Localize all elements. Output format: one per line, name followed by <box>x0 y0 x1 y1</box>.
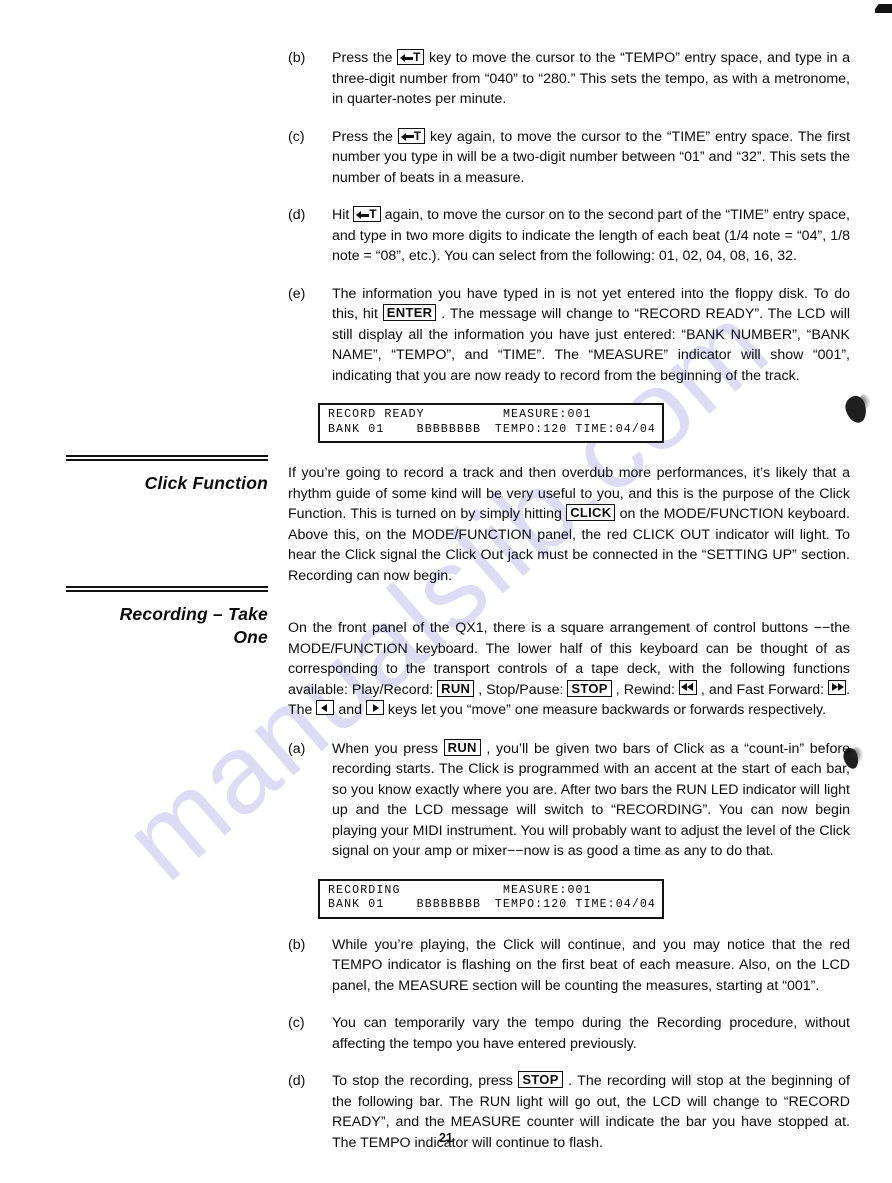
list-item-body: When you press RUN , you’ll be given two… <box>332 738 850 859</box>
list-item: (a) When you press RUN , you’ll be given … <box>288 738 850 862</box>
right-triangle-icon <box>838 683 845 691</box>
list-item-body: While you’re playing, the Click will con… <box>332 936 850 994</box>
key-stop: STOP <box>567 679 612 697</box>
key-stop: STOP <box>518 1071 563 1088</box>
left-arrow-icon <box>400 132 414 141</box>
key-run: RUN <box>437 679 475 697</box>
list-item-label: (d) <box>288 1073 306 1089</box>
numbered-list-recording-bcd: (b) While you’re playing, the Click will … <box>288 935 850 1154</box>
heading-text: Recording – Take One <box>66 603 268 649</box>
paragraph-click-function: If you’re going to record a track and th… <box>288 465 850 584</box>
right-triangle-icon <box>372 703 379 712</box>
list-item-body: You can temporarily vary the tempo durin… <box>332 1015 850 1052</box>
list-item-body: Hit T again, to move the cursor on to th… <box>332 206 850 264</box>
lcd-status: RECORDING <box>328 883 401 897</box>
list-item: (c) You can temporarily vary the tempo du… <box>288 1013 850 1054</box>
key-cursor-arrow-t-icon: T <box>397 49 425 65</box>
list-item-label: (e) <box>288 285 306 302</box>
key-enter: ENTER <box>382 304 437 321</box>
list-item-label: (b) <box>288 936 306 953</box>
list-item: (d) Hit T again, to move the cursor on to… <box>288 205 850 267</box>
key-cursor-arrow-t-icon: T <box>397 127 426 144</box>
lcd-line-2: BANK 01 BBBBBBBB TEMPO:120 TIME:04/04 <box>328 898 656 913</box>
list-item: (b) Press the T key to move the cursor to… <box>288 48 850 110</box>
list-item-label: (d) <box>288 207 306 223</box>
key-letter: T <box>413 50 421 64</box>
main-text-column: (b) Press the T key to move the cursor to… <box>288 48 850 1170</box>
lcd-record-ready: RECORD READY MEASURE:001 BANK 01 BBBBBBB… <box>318 403 664 443</box>
key-fast-forward-icon <box>828 679 847 695</box>
list-item-body: Press the T key again, to move the curso… <box>332 127 851 186</box>
list-item-label: (b) <box>288 50 306 66</box>
lcd-line-1: RECORDING MEASURE:001 <box>328 884 656 899</box>
numbered-list-recording-a: (a) When you press RUN , you’ll be given … <box>288 738 850 862</box>
list-item: (e) The information you have typed in is … <box>288 284 850 387</box>
heading-line-2: One <box>233 627 268 647</box>
lcd-bank: BANK 01 BBBBBBBB <box>328 898 482 911</box>
list-item-label: (c) <box>288 1015 305 1031</box>
list-item-body: The information you have typed in is not… <box>332 285 850 384</box>
key-cursor-arrow-t-icon: T <box>353 206 381 222</box>
key-letter: T <box>413 128 422 143</box>
list-item-body: Press the T key to move the cursor to th… <box>332 49 850 107</box>
lcd-tempo-time: TEMPO:120 TIME:04/04 <box>494 898 656 911</box>
list-item: (b) While you’re playing, the Click will … <box>288 935 850 997</box>
sidebar-heading-recording-take-one: Recording – Take One <box>66 586 268 649</box>
lcd-bank: BANK 01 BBBBBBBB <box>328 422 482 436</box>
left-triangle-icon <box>686 683 693 691</box>
lcd-measure: MEASURE:001 <box>503 408 592 421</box>
key-measure-forward-icon <box>365 700 384 715</box>
heading-rule <box>66 586 268 592</box>
numbered-list-setup: (b) Press the T key to move the cursor to… <box>288 48 850 386</box>
key-letter: T <box>369 207 377 221</box>
sidebar-heading-click-function: Click Function <box>66 455 268 495</box>
lcd-measure: MEASURE:001 <box>503 883 592 897</box>
left-triangle-icon <box>321 703 328 712</box>
lcd-tempo-time: TEMPO:120 TIME:04/04 <box>494 422 656 436</box>
right-triangle-icon <box>832 683 839 691</box>
scanned-manual-page: manualslib.com Click Function Recording … <box>0 0 892 1183</box>
lcd-line-2: BANK 01 BBBBBBBB TEMPO:120 TIME:04/04 <box>328 423 656 438</box>
left-arrow-icon <box>400 54 414 62</box>
heading-text: Click Function <box>144 473 268 493</box>
key-rewind-icon <box>678 679 697 695</box>
paragraph-recording-intro: On the front panel of the QX1, there is … <box>288 620 851 718</box>
left-arrow-icon <box>356 211 370 219</box>
key-click: CLICK <box>566 504 616 521</box>
key-run: RUN <box>443 738 481 756</box>
list-item-label: (a) <box>288 740 306 757</box>
lcd-status: RECORD READY <box>328 408 425 421</box>
heading-rule <box>66 455 268 461</box>
heading-line-1: Recording – Take <box>119 604 268 624</box>
list-item: (c) Press the T key again, to move the cu… <box>288 127 850 189</box>
page-number: 21 <box>439 1131 453 1145</box>
key-measure-back-icon <box>316 700 335 715</box>
lcd-recording: RECORDING MEASURE:001 BANK 01 BBBBBBBB T… <box>318 878 664 919</box>
page-content: Click Function Recording – Take One (b) P… <box>0 0 892 1183</box>
lcd-line-1: RECORD READY MEASURE:001 <box>328 408 656 423</box>
list-item-label: (c) <box>288 128 305 145</box>
